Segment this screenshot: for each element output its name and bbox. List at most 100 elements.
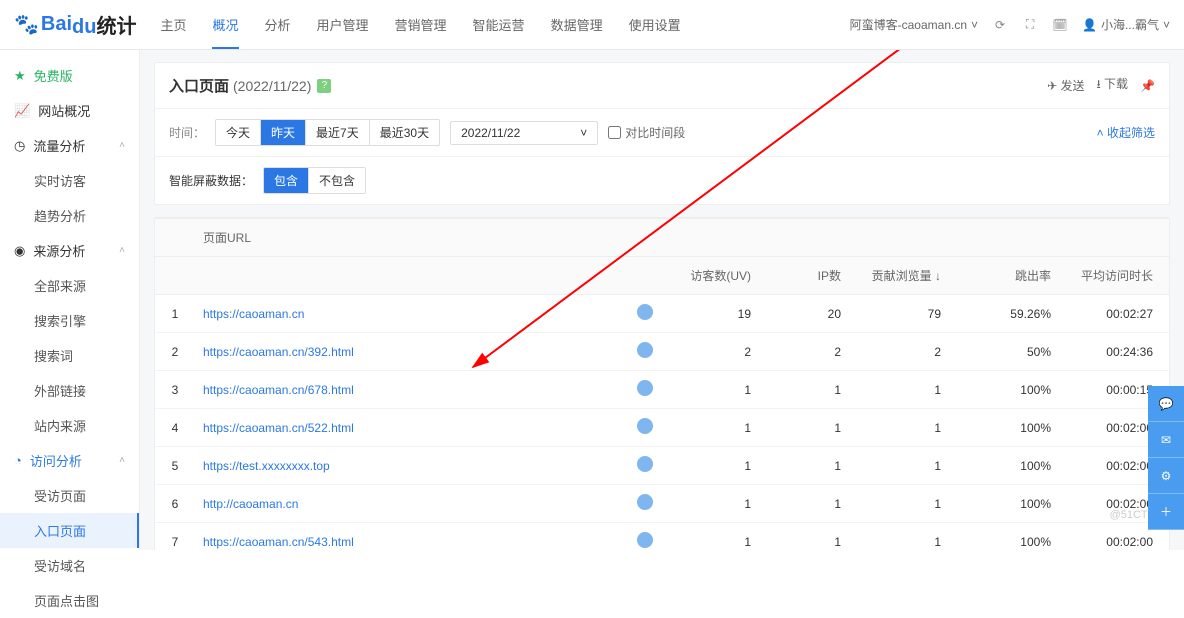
range-opt[interactable]: 最近30天 <box>370 120 439 145</box>
sidebar-sub[interactable]: 外部链接 <box>0 373 139 408</box>
topnav-4[interactable]: 营销管理 <box>395 1 447 48</box>
row-ip: 20 <box>759 298 849 330</box>
chart-icon: ◷ <box>14 138 25 154</box>
row-badge-icon[interactable] <box>637 380 653 396</box>
download-icon: ⭳ <box>1096 77 1100 91</box>
sidebar-sub[interactable]: 站内来源 <box>0 408 139 443</box>
star-icon: ★ <box>14 68 26 84</box>
row-index: 7 <box>155 526 195 551</box>
row-ip: 1 <box>759 412 849 444</box>
row-url-link[interactable]: https://caoaman.cn/392.html <box>203 345 354 359</box>
sidebar-sub[interactable]: 受访页面 <box>0 478 139 513</box>
row-badge-icon[interactable] <box>637 532 653 548</box>
sidebar-sec-0[interactable]: ◷流量分析˄ <box>0 128 139 163</box>
send-icon: ✈ <box>1047 79 1057 93</box>
sidebar-sub[interactable]: 趋势分析 <box>0 198 139 233</box>
compare-checkbox[interactable]: 对比时间段 <box>608 124 685 141</box>
user-icon: 👤 <box>1082 18 1097 32</box>
topnav-1[interactable]: 概况 <box>212 1 238 48</box>
row-url-link[interactable]: http://caoaman.cn <box>203 497 298 511</box>
site-selector[interactable]: 阿蛮博客-caoaman.cn ˅ <box>850 16 978 33</box>
date-picker[interactable]: 2022/11/22˅ <box>450 121 598 145</box>
sidebar-sec-2[interactable]: ◔访问分析˄ <box>0 443 139 478</box>
collapse-filter[interactable]: ˄ 收起筛选 <box>1097 124 1155 141</box>
row-ip: 1 <box>759 374 849 406</box>
float-wechat-icon[interactable]: ⚙ <box>1148 458 1184 494</box>
sidebar-sub[interactable]: 搜索词 <box>0 338 139 373</box>
refresh-icon[interactable]: ⟳ <box>992 17 1008 33</box>
row-url-link[interactable]: https://caoaman.cn/543.html <box>203 535 354 549</box>
col-uv[interactable]: 访客数(UV) <box>669 257 759 294</box>
sidebar-sub[interactable]: 入口页面 <box>0 513 139 548</box>
row-uv: 19 <box>669 298 759 330</box>
download-button[interactable]: ⭳ 下载 <box>1096 75 1128 96</box>
topnav-7[interactable]: 使用设置 <box>629 1 681 48</box>
logo[interactable]: 🐾 Bai du统计 <box>14 10 136 39</box>
filter-row: 时间： 今天昨天最近7天最近30天 2022/11/22˅ 对比时间段 ˄ 收起… <box>155 108 1169 156</box>
sidebar-sec-1[interactable]: ◉来源分析˄ <box>0 233 139 268</box>
shield-opt[interactable]: 包含 <box>264 168 309 193</box>
shield-seg: 包含不包含 <box>263 167 366 194</box>
sidebar-sub[interactable]: 受访域名 <box>0 548 139 583</box>
table-row: 5https://test.xxxxxxxx.top111100%00:02:0… <box>155 447 1169 485</box>
table-row: 6http://caoaman.cn111100%00:02:00 <box>155 485 1169 523</box>
pin-icon[interactable]: 📌 <box>1140 79 1155 93</box>
user-menu[interactable]: 👤 小海...霸气 ˅ <box>1082 16 1170 33</box>
top-tools: 阿蛮博客-caoaman.cn ˅ ⟳ ⛶ 🗓 👤 小海...霸气 ˅ <box>850 16 1170 33</box>
help-icon[interactable]: ? <box>317 79 331 93</box>
col-ip[interactable]: IP数 <box>759 257 849 294</box>
data-table: 页面URL 访客数(UV) IP数 贡献浏览量 ↓ 跳出率 平均访问时长 1 ht… <box>154 217 1170 550</box>
send-button[interactable]: ✈ 发送 <box>1047 77 1084 94</box>
row-url-link[interactable]: https://caoaman.cn <box>203 307 304 321</box>
clock-icon: ◔ <box>14 453 22 468</box>
row-ip: 1 <box>759 488 849 520</box>
sidebar-sub[interactable]: 实时访客 <box>0 163 139 198</box>
range-opt[interactable]: 最近7天 <box>306 120 370 145</box>
sidebar-sub[interactable]: 搜索引擎 <box>0 303 139 338</box>
row-uv: 1 <box>669 412 759 444</box>
topnav-2[interactable]: 分析 <box>265 1 291 48</box>
float-chat-icon[interactable]: 💬 <box>1148 386 1184 422</box>
sidebar-overview[interactable]: 📈网站概况 <box>0 93 139 128</box>
row-badge-icon[interactable] <box>637 304 653 320</box>
row-pv: 2 <box>849 336 949 368</box>
float-mail-icon[interactable]: ✉ <box>1148 422 1184 458</box>
sidebar-sub[interactable]: 页面点击图 <box>0 583 139 618</box>
row-uv: 1 <box>669 526 759 551</box>
range-opt[interactable]: 今天 <box>216 120 261 145</box>
row-url-link[interactable]: https://test.xxxxxxxx.top <box>203 459 330 473</box>
row-bounce: 100% <box>949 412 1059 444</box>
row-uv: 2 <box>669 336 759 368</box>
row-badge-icon[interactable] <box>637 494 653 510</box>
sidebar-free[interactable]: ★免费版 <box>0 58 139 93</box>
row-badge-icon[interactable] <box>637 456 653 472</box>
time-label: 时间： <box>169 124 205 141</box>
row-index: 2 <box>155 336 195 368</box>
table-head-2: 访客数(UV) IP数 贡献浏览量 ↓ 跳出率 平均访问时长 <box>155 257 1169 295</box>
shield-opt[interactable]: 不包含 <box>309 168 365 193</box>
float-plus-icon[interactable]: ＋ <box>1148 494 1184 530</box>
row-duration: 00:02:27 <box>1059 298 1169 330</box>
row-url-link[interactable]: https://caoaman.cn/678.html <box>203 383 354 397</box>
col-url[interactable]: 页面URL <box>195 219 629 256</box>
sidebar-sub[interactable]: 全部来源 <box>0 268 139 303</box>
topnav-5[interactable]: 智能运营 <box>473 1 525 48</box>
row-ip: 1 <box>759 526 849 551</box>
row-bounce: 100% <box>949 488 1059 520</box>
col-duration[interactable]: 平均访问时长 <box>1059 257 1169 294</box>
row-url-link[interactable]: https://caoaman.cn/522.html <box>203 421 354 435</box>
row-index: 1 <box>155 298 195 330</box>
range-opt[interactable]: 昨天 <box>261 120 306 145</box>
topnav-0[interactable]: 主页 <box>160 1 186 48</box>
fullscreen-icon[interactable]: ⛶ <box>1022 17 1038 33</box>
topnav-6[interactable]: 数据管理 <box>551 1 603 48</box>
row-badge-icon[interactable] <box>637 418 653 434</box>
col-bounce[interactable]: 跳出率 <box>949 257 1059 294</box>
calendar-icon[interactable]: 🗓 <box>1052 17 1068 33</box>
topnav-3[interactable]: 用户管理 <box>317 1 369 48</box>
row-badge-icon[interactable] <box>637 342 653 358</box>
col-pv[interactable]: 贡献浏览量 ↓ <box>849 257 949 294</box>
row-pv: 1 <box>849 488 949 520</box>
row-uv: 1 <box>669 450 759 482</box>
row-index: 3 <box>155 374 195 406</box>
